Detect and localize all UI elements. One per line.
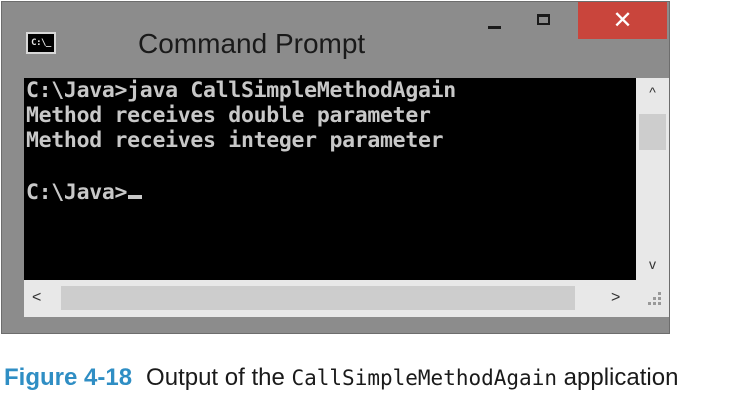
console-app-icon[interactable]: C:\_ (26, 32, 56, 54)
title-bar[interactable]: C:\_ Command Prompt ✕ (2, 2, 669, 78)
close-icon: ✕ (612, 6, 633, 34)
console-line: C:\Java>java CallSimpleMethodAgain (26, 78, 456, 103)
console-line-blank (24, 153, 636, 180)
scroll-right-icon[interactable]: > (611, 289, 620, 307)
horizontal-scroll-thumb[interactable] (61, 286, 575, 310)
resize-grip-icon[interactable] (636, 280, 669, 317)
vertical-scrollbar[interactable]: ^ v (636, 78, 669, 280)
maximize-button[interactable] (519, 2, 571, 39)
figure-label: Figure 4-18 (4, 364, 133, 391)
console-prompt-line: C:\Java> (24, 180, 636, 205)
console-prompt: C:\Java> (26, 180, 128, 205)
console-output[interactable]: C:\Java>java CallSimpleMethodAgain Metho… (24, 78, 636, 280)
caption-code: CallSimpleMethodAgain (291, 366, 557, 390)
minimize-button[interactable] (469, 2, 519, 39)
horizontal-scrollbar[interactable]: < > (24, 280, 636, 317)
maximize-icon (537, 14, 550, 25)
caption-text: Output of the (146, 364, 292, 391)
console-line: Method receives integer parameter (26, 128, 444, 153)
figure-caption: Figure 4-18 Output of the CallSimpleMetho… (4, 364, 744, 392)
window-title: Command Prompt (138, 28, 366, 59)
vertical-scroll-thumb[interactable] (639, 114, 666, 150)
caption-text-end: application (557, 364, 679, 391)
command-prompt-window: C:\_ Command Prompt ✕ C:\Java>java CallS… (1, 1, 670, 334)
scroll-left-icon[interactable]: < (32, 289, 41, 307)
scroll-down-icon[interactable]: v (636, 256, 669, 272)
console-line: Method receives double parameter (26, 103, 431, 128)
scroll-up-icon[interactable]: ^ (636, 84, 669, 100)
close-button[interactable]: ✕ (578, 2, 667, 39)
minimize-icon (488, 26, 501, 29)
text-cursor (128, 195, 143, 199)
